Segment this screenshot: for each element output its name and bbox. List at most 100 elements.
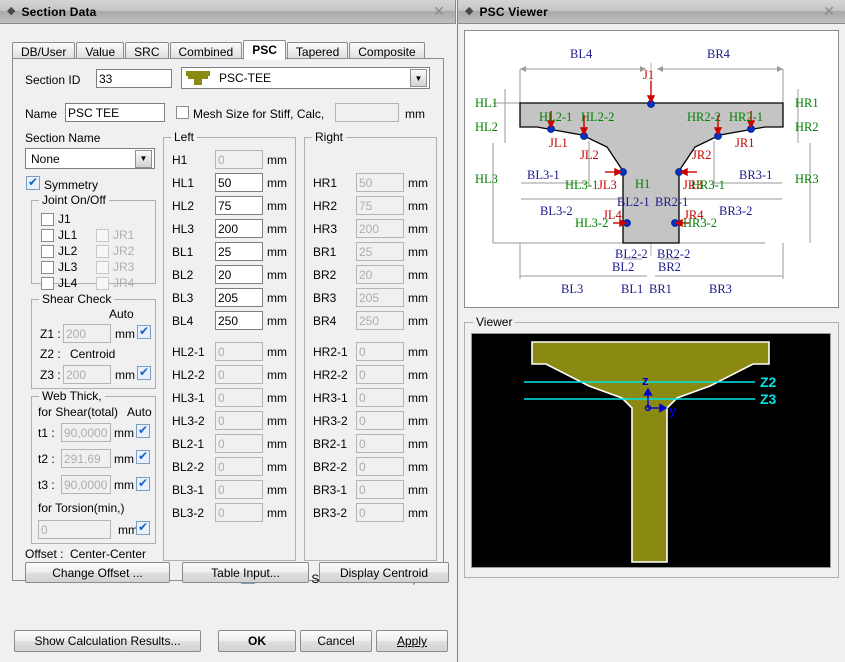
input-bl2[interactable] <box>215 265 263 284</box>
input-br3-1[interactable] <box>356 480 404 499</box>
checkbox-jl4[interactable] <box>41 277 54 290</box>
label-hr2-1: HR2-1 <box>313 345 348 359</box>
mesh-size-checkbox[interactable] <box>176 106 189 119</box>
input-bl3[interactable] <box>215 288 263 307</box>
show-calculation-results-button[interactable]: Show Calculation Results... <box>14 630 201 652</box>
z2-value: Centroid <box>70 347 116 361</box>
input-hr1[interactable] <box>356 173 404 192</box>
checkbox-jr1[interactable] <box>96 229 109 242</box>
mesh-size-input[interactable] <box>335 103 399 122</box>
input-h1[interactable] <box>215 150 263 169</box>
z1-auto-checkbox[interactable] <box>137 324 151 339</box>
apply-button[interactable]: Apply <box>376 630 448 652</box>
web-thick-caption: Web Thick, <box>39 389 105 403</box>
input-hr3-2[interactable] <box>356 411 404 430</box>
t1-auto-checkbox[interactable] <box>136 423 150 438</box>
section-type-value: PSC-TEE <box>219 71 272 85</box>
input-br3-2[interactable] <box>356 503 404 522</box>
close-icon[interactable]: ✕ <box>821 3 837 19</box>
section-id-label: Section ID <box>25 73 81 87</box>
label-axis-z: z <box>642 373 649 388</box>
change-offset-button[interactable]: Change Offset ... <box>25 562 170 583</box>
input-hl2[interactable] <box>215 196 263 215</box>
symmetry-checkbox[interactable] <box>26 175 40 190</box>
input-br4[interactable] <box>356 311 404 330</box>
input-br2[interactable] <box>356 265 404 284</box>
psc-viewer-titlebar[interactable]: ◆ PSC Viewer ✕ <box>458 0 845 24</box>
input-hr2-2[interactable] <box>356 365 404 384</box>
label-br2-2: BR2-2 <box>313 460 348 474</box>
table-input-button[interactable]: Table Input... <box>182 562 309 583</box>
input-bl2-1[interactable] <box>215 434 263 453</box>
input-bl3-1[interactable] <box>215 480 263 499</box>
label-h1: H1 <box>172 153 188 167</box>
input-br2-1[interactable] <box>356 434 404 453</box>
unit-hl2: mm <box>267 199 287 213</box>
input-hr2[interactable] <box>356 196 404 215</box>
z1-input[interactable] <box>63 324 111 343</box>
checkbox-jl1[interactable] <box>41 229 54 242</box>
input-br2-2[interactable] <box>356 457 404 476</box>
section-type-combo[interactable]: PSC-TEE ▼ <box>181 67 430 89</box>
label-bl3-2: BL3-2 <box>540 204 573 218</box>
ok-button[interactable]: OK <box>218 630 296 652</box>
checkbox-jr4[interactable] <box>96 277 109 290</box>
section-name-combo[interactable]: None ▼ <box>25 148 155 169</box>
label-bl3-2: BL3-2 <box>172 506 205 520</box>
chevron-down-icon[interactable]: ▼ <box>410 69 427 87</box>
label-bl2-1: BL2-1 <box>172 437 205 451</box>
input-br1[interactable] <box>356 242 404 261</box>
input-hl3-1[interactable] <box>215 388 263 407</box>
close-icon[interactable]: ✕ <box>431 3 447 19</box>
unit-h1: mm <box>267 153 287 167</box>
z3-auto-checkbox[interactable] <box>137 365 151 380</box>
label-br3: BR3 <box>313 291 337 305</box>
label-bl3: BL3 <box>172 291 194 305</box>
t2-auto-checkbox[interactable] <box>136 449 150 464</box>
input-hl1[interactable] <box>215 173 263 192</box>
torsion-auto-checkbox[interactable] <box>136 520 150 535</box>
unit-hl2-2: mm <box>267 368 287 382</box>
label-bl3: BL3 <box>561 282 583 296</box>
window-move-handle-icon[interactable]: ◆ <box>7 6 15 17</box>
t3-auto-checkbox[interactable] <box>136 476 150 491</box>
label-hl2-2: HL2-2 <box>172 368 205 382</box>
input-hr3[interactable] <box>356 219 404 238</box>
input-hl2-2[interactable] <box>215 365 263 384</box>
checkbox-jl3[interactable] <box>41 261 54 274</box>
name-input[interactable] <box>65 103 165 122</box>
checkbox-jr3[interactable] <box>96 261 109 274</box>
t1-input[interactable] <box>61 423 111 442</box>
window-move-handle-icon[interactable]: ◆ <box>465 6 473 17</box>
checkbox-j1[interactable] <box>41 213 54 226</box>
input-bl2-2[interactable] <box>215 457 263 476</box>
cancel-button[interactable]: Cancel <box>300 630 372 652</box>
input-hl3[interactable] <box>215 219 263 238</box>
input-hr2-1[interactable] <box>356 342 404 361</box>
chevron-down-icon[interactable]: ▼ <box>135 149 152 168</box>
z3-input[interactable] <box>63 365 111 384</box>
input-hl2-1[interactable] <box>215 342 263 361</box>
section-data-titlebar[interactable]: ◆ Section Data ✕ <box>0 0 456 24</box>
input-hr3-1[interactable] <box>356 388 404 407</box>
label-hl2: HL2 <box>475 120 498 134</box>
unit-hl3-1: mm <box>267 391 287 405</box>
label-br4: BR4 <box>313 314 337 328</box>
input-bl4[interactable] <box>215 311 263 330</box>
section-render-canvas[interactable]: Z2 Z3 z y <box>471 333 831 568</box>
input-bl3-2[interactable] <box>215 503 263 522</box>
checkbox-jl2[interactable] <box>41 245 54 258</box>
web-thick-subtitle: for Shear(total) <box>38 405 119 419</box>
input-bl1[interactable] <box>215 242 263 261</box>
torsion-input[interactable] <box>38 520 111 539</box>
t2-input[interactable] <box>61 449 111 468</box>
unit-hl3: mm <box>267 222 287 236</box>
checkbox-jr2[interactable] <box>96 245 109 258</box>
tab-psc[interactable]: PSC <box>243 40 286 60</box>
input-hl3-2[interactable] <box>215 411 263 430</box>
display-centroid-button[interactable]: Display Centroid <box>319 562 449 583</box>
t3-input[interactable] <box>61 475 111 494</box>
section-id-input[interactable] <box>96 69 172 88</box>
input-br3[interactable] <box>356 288 404 307</box>
label-hr1: HR1 <box>313 176 338 190</box>
